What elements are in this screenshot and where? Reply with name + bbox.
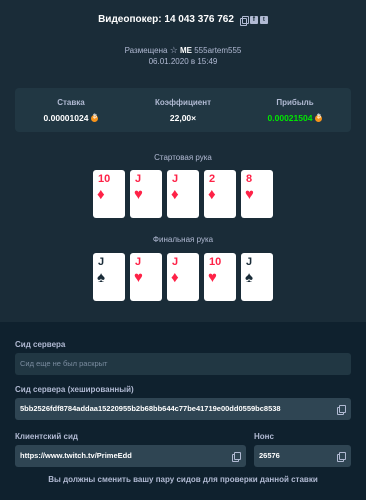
nonce-label: Нонс [254, 432, 274, 441]
client-seed-field[interactable]: https://www.twitch.tv/PrimeEdd [15, 445, 246, 467]
username-link[interactable]: 555artem555 [194, 46, 241, 55]
server-seed-label: Сид сервера [15, 340, 66, 349]
stats-box: Ставка 0.00001024 Коэффициент 22,00× При… [15, 88, 351, 132]
placed-by: Размещена ☆ ME 555artem555 [0, 45, 366, 56]
multiplier-label: Коэффициент [154, 98, 212, 107]
bet-value-row: 0.00001024 [15, 113, 127, 123]
multiplier-value-row: 22,00× [127, 113, 239, 123]
profit-value: 0.00021504 [267, 113, 313, 123]
start-hand-cards: 10 ♦ J ♥ J ♦ 2 ♦ 8 ♥ [0, 170, 366, 218]
final-hand-cards: J ♠ J ♥ J ♦ 10 ♥ J ♠ [0, 253, 366, 301]
twitter-icon[interactable]: t [259, 15, 268, 24]
facebook-icon[interactable]: f [249, 15, 258, 24]
bet-title-row: Видеопокер: 14 043 376 762 f t [0, 14, 366, 26]
copy-icon[interactable] [232, 452, 241, 462]
profit-label: Прибыль [276, 98, 314, 107]
playing-card: J ♦ [167, 253, 199, 301]
server-hash-label: Сид сервера (хешированный) [15, 385, 134, 394]
stat-multiplier: Коэффициент 22,00× [127, 88, 239, 132]
bet-label: Ставка [57, 98, 85, 107]
client-seed-value: https://www.twitch.tv/PrimeEdd [20, 451, 132, 460]
stat-profit: Прибыль 0.00021504 [239, 88, 351, 132]
nonce-value: 26576 [259, 451, 280, 460]
playing-card: 10 ♥ [204, 253, 236, 301]
star-icon: ☆ [169, 45, 178, 55]
bitcoin-icon [315, 114, 323, 122]
playing-card: J ♦ [167, 170, 199, 218]
playing-card: J ♥ [130, 170, 162, 218]
server-seed-field[interactable]: Сид еще не был раскрыт [15, 353, 351, 375]
server-hash-field[interactable]: 5bb2526fdf8784addaa15220955b2b68bb644c77… [15, 398, 351, 420]
final-hand-label: Финальная рука [152, 235, 214, 244]
client-seed-label: Клиентский сид [15, 432, 78, 441]
stat-bet: Ставка 0.00001024 [15, 88, 127, 132]
nonce-field[interactable]: 26576 [254, 445, 351, 467]
me-badge: ME [180, 46, 192, 55]
start-hand-label: Стартовая рука [154, 153, 212, 162]
playing-card: J ♥ [130, 253, 162, 301]
playing-card: J ♠ [93, 253, 125, 301]
bitcoin-icon [91, 114, 99, 122]
placed-prefix: Размещена [124, 46, 168, 55]
playing-card: J ♠ [241, 253, 273, 301]
server-hash-value: 5bb2526fdf8784addaa15220955b2b68bb644c77… [20, 404, 281, 413]
bet-date: 06.01.2020 в 15:49 [148, 57, 218, 66]
playing-card: 8 ♥ [241, 170, 273, 218]
copy-icon[interactable] [337, 452, 346, 462]
profit-value-row: 0.00021504 [239, 113, 351, 123]
fairness-panel: Сид сервера Сид еще не был раскрыт Сид с… [0, 322, 366, 500]
bet-details-panel: Видеопокер: 14 043 376 762 f t Размещена… [0, 0, 366, 322]
bet-title: Видеопокер: 14 043 376 762 [98, 14, 234, 25]
playing-card: 2 ♦ [204, 170, 236, 218]
multiplier-value: 22,00× [169, 113, 197, 123]
playing-card: 10 ♦ [93, 170, 125, 218]
copy-icon[interactable] [337, 405, 346, 415]
seed-change-note: Вы должны сменить вашу пару сидов для пр… [48, 475, 318, 484]
server-seed-placeholder: Сид еще не был раскрыт [20, 359, 108, 368]
bet-value: 0.00001024 [43, 113, 89, 123]
copy-icon[interactable] [239, 15, 249, 26]
